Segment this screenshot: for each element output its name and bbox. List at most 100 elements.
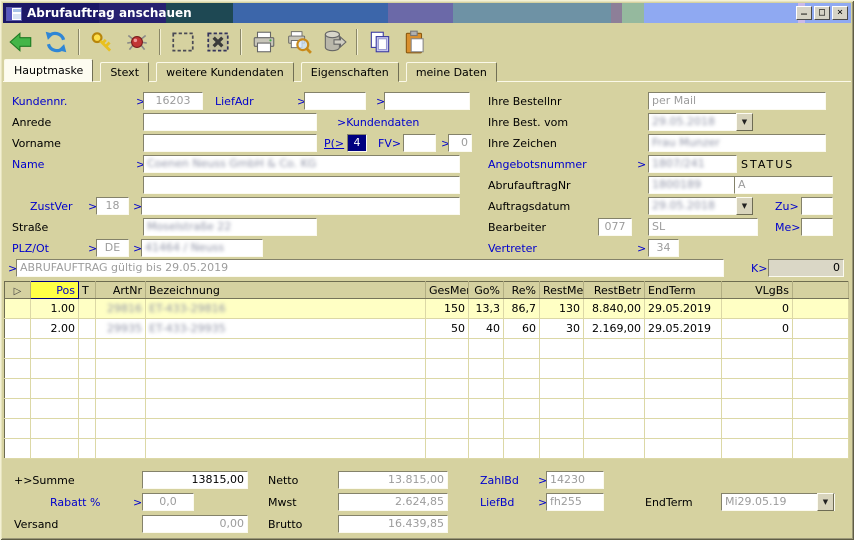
back-icon[interactable] — [8, 29, 34, 55]
zu-field[interactable] — [801, 197, 833, 215]
tab-weitere-kundendaten[interactable]: weitere Kundendaten — [156, 62, 294, 82]
zu-label[interactable]: Zu> — [775, 200, 799, 213]
refresh-icon[interactable] — [43, 29, 69, 55]
key-icon[interactable] — [89, 29, 115, 55]
print-preview-icon[interactable] — [286, 29, 312, 55]
col-header-go[interactable]: Go% — [469, 282, 504, 299]
col-header-restme[interactable]: RestMe — [540, 282, 584, 299]
col-header-bezeichnung[interactable]: Bezeichnung — [146, 282, 426, 299]
col-header-vlgbs[interactable]: VLgBs — [722, 282, 793, 299]
plzot-label[interactable]: PLZ/Ot — [12, 242, 49, 255]
cell-filler — [793, 319, 849, 339]
select-rect-icon[interactable] — [170, 29, 196, 55]
col-header-pos[interactable]: Pos — [31, 282, 79, 299]
auftragsdatum-field[interactable]: 29.05.2018 — [648, 197, 737, 215]
minimize-button[interactable]: _ — [796, 6, 812, 20]
angebotsnummer-label[interactable]: Angebotsnummer — [488, 158, 587, 171]
copy-icon[interactable] — [367, 29, 393, 55]
bearbeiter-code-field[interactable]: 077 — [598, 218, 632, 236]
ihre-best-vom-field[interactable]: 29.05.2018 — [648, 113, 737, 131]
table-row[interactable]: 1.00 29816 ET-433-29816 150 13,3 86,7 13… — [5, 299, 849, 319]
tab-hauptmaske[interactable]: Hauptmaske — [4, 59, 93, 82]
vertreter-label[interactable]: Vertreter — [488, 242, 537, 255]
table-row-empty[interactable] — [5, 419, 849, 439]
cell-marker — [5, 319, 31, 339]
k-field[interactable]: 0 — [768, 259, 844, 277]
table-row-empty[interactable] — [5, 359, 849, 379]
angebotsnummer-field[interactable]: 1807/241 — [648, 155, 737, 173]
pc-label[interactable]: P(> — [324, 137, 344, 150]
fv-extra-field[interactable]: 0 — [448, 134, 472, 152]
col-header-artnr[interactable]: ArtNr — [96, 282, 146, 299]
liefadr-field-2[interactable] — [384, 92, 470, 110]
anrede-field[interactable] — [143, 113, 317, 131]
col-header-endterm[interactable]: EndTerm — [645, 282, 722, 299]
fv-label[interactable]: FV> — [378, 137, 401, 150]
toolbar-separator — [159, 29, 161, 55]
plzot-value-blurred: 41464 / Neuss — [145, 241, 224, 254]
summe-field[interactable]: 13815,00 — [142, 471, 248, 489]
liefadr-label[interactable]: LiefAdr — [215, 95, 254, 108]
abrufauftragnr-label: AbrufauftragNr — [488, 179, 571, 192]
table-row[interactable]: 2.00 29935 ET-433-29935 50 40 60 30 2.16… — [5, 319, 849, 339]
me-field[interactable] — [801, 218, 833, 236]
col-header-re[interactable]: Re% — [504, 282, 540, 299]
vorname-field[interactable] — [143, 134, 317, 152]
zustver-label[interactable]: ZustVer — [30, 200, 73, 213]
liefbd-field[interactable]: fh255 — [546, 493, 604, 511]
close-button[interactable]: × — [832, 6, 848, 20]
mwst-field[interactable]: 2.624,85 — [338, 493, 448, 511]
plz-country-field[interactable]: DE — [96, 239, 129, 257]
abrufauftragnr-field[interactable]: 1800189 — [648, 176, 737, 194]
rabatt-field[interactable]: 0,0 — [142, 493, 194, 511]
ihre-zeichen-field[interactable]: Frau Munzer — [648, 134, 826, 152]
endterm-dropdown-icon[interactable]: ▼ — [817, 493, 834, 511]
print-icon[interactable] — [251, 29, 277, 55]
tab-stext[interactable]: Stext — [100, 62, 149, 82]
delete-rect-icon[interactable] — [205, 29, 231, 55]
zahlbd-field[interactable]: 14230 — [546, 471, 604, 489]
zustver-code-field[interactable]: 18 — [96, 197, 129, 215]
kundennr-field[interactable]: 16203 — [143, 92, 203, 110]
kundennr-label[interactable]: Kundennr. — [12, 95, 67, 108]
table-row-empty[interactable] — [5, 339, 849, 359]
rabatt-label[interactable]: Rabatt % — [50, 496, 100, 509]
zustver-field[interactable] — [141, 197, 460, 215]
status-field[interactable]: A — [734, 176, 833, 194]
toolbar-separator — [240, 29, 242, 55]
kundendaten-link[interactable]: >Kundendaten — [337, 116, 419, 129]
col-header-restbetr[interactable]: RestBetr — [584, 282, 645, 299]
liefbd-label[interactable]: LiefBd — [480, 496, 514, 509]
spider-icon[interactable] — [124, 29, 150, 55]
me-label[interactable]: Me> — [775, 221, 800, 234]
versand-field[interactable]: 0,00 — [142, 515, 248, 533]
bearbeiter-field[interactable]: SL — [648, 218, 758, 236]
plzot-field[interactable]: 41464 / Neuss — [141, 239, 263, 257]
col-header-t[interactable]: T — [79, 282, 96, 299]
paste-icon[interactable] — [402, 29, 428, 55]
name-field[interactable]: Coenen Neuss GmbH & Co. KG — [143, 155, 460, 173]
db-export-icon[interactable] — [321, 29, 347, 55]
tab-meine-daten[interactable]: meine Daten — [406, 62, 497, 82]
tab-eigenschaften[interactable]: Eigenschaften — [301, 62, 399, 82]
name-label[interactable]: Name — [12, 158, 44, 171]
brutto-field[interactable]: 16.439,85 — [338, 515, 448, 533]
col-header-gesmen[interactable]: GesMen — [426, 282, 469, 299]
auftragsdatum-dropdown-icon[interactable]: ▼ — [736, 197, 753, 215]
k-label[interactable]: K> — [751, 262, 767, 275]
zahlbd-label[interactable]: ZahlBd — [480, 474, 519, 487]
table-row-empty[interactable] — [5, 439, 849, 459]
netto-field[interactable]: 13.815,00 — [338, 471, 448, 489]
maximize-button[interactable]: □ — [814, 6, 830, 20]
fv-field[interactable] — [403, 134, 436, 152]
ihre-bestellnr-field[interactable]: per Mail — [648, 92, 826, 110]
name-field-2[interactable] — [143, 176, 460, 194]
table-row-empty[interactable] — [5, 399, 849, 419]
pc-field[interactable]: 4 — [347, 134, 367, 152]
strasse-field[interactable]: Moselstraße 22 — [143, 218, 317, 236]
table-row-empty[interactable] — [5, 379, 849, 399]
liefadr-field-1[interactable] — [304, 92, 366, 110]
ihre-best-vom-dropdown-icon[interactable]: ▼ — [736, 113, 753, 131]
vertreter-field[interactable]: 34 — [648, 239, 679, 257]
validity-field[interactable]: ABRUFAUFTRAG gültig bis 29.05.2019 — [16, 259, 724, 277]
